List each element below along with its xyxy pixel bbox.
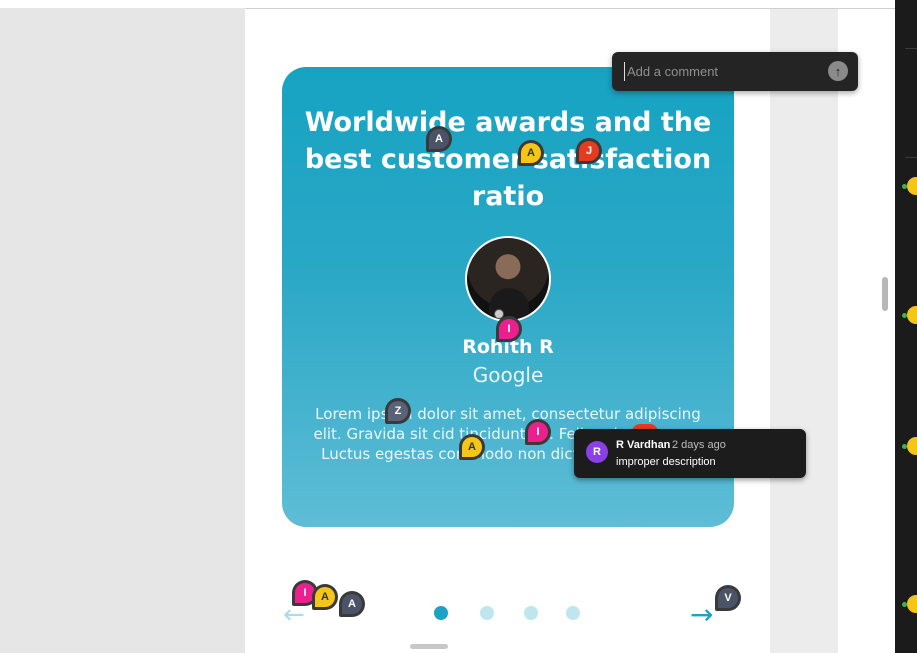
canvas-gutter bbox=[838, 9, 895, 653]
home-indicator bbox=[410, 644, 448, 649]
card-title: Worldwide awards and the best customer s… bbox=[304, 107, 712, 212]
arrow-right-icon[interactable]: → bbox=[690, 598, 713, 631]
comment-avatar[interactable] bbox=[907, 306, 917, 324]
carousel-dot[interactable] bbox=[480, 606, 494, 620]
comments-sidebar bbox=[895, 0, 917, 653]
send-comment-button[interactable]: ↑ bbox=[828, 61, 848, 81]
comment-pin[interactable]: J bbox=[576, 138, 602, 164]
sidebar-divider bbox=[905, 48, 917, 49]
comment-pin[interactable]: V bbox=[715, 585, 741, 611]
carousel-dot[interactable] bbox=[434, 606, 448, 620]
comment-pin[interactable]: A bbox=[459, 434, 485, 460]
comment-author: R Vardhan bbox=[616, 439, 671, 451]
carousel-dot[interactable] bbox=[524, 606, 538, 620]
scrollbar-thumb[interactable] bbox=[882, 277, 888, 311]
sidebar-divider bbox=[905, 157, 917, 158]
comment-pin[interactable]: I bbox=[525, 419, 551, 445]
arrow-up-icon: ↑ bbox=[834, 63, 842, 79]
comment-input[interactable] bbox=[624, 62, 814, 81]
comment-pin[interactable]: A bbox=[426, 126, 452, 152]
canvas-margin bbox=[770, 9, 838, 653]
comment-pin[interactable]: I bbox=[496, 316, 522, 342]
comment-pin[interactable]: Z bbox=[385, 398, 411, 424]
profile-photo bbox=[465, 236, 551, 322]
comment-pin[interactable]: A bbox=[518, 140, 544, 166]
top-bar bbox=[0, 0, 917, 8]
comment-avatar[interactable] bbox=[907, 595, 917, 613]
comment-composer bbox=[612, 52, 858, 91]
comment-text: improper description bbox=[616, 456, 716, 468]
canvas-background bbox=[0, 8, 245, 653]
comment-time: 2 days ago bbox=[672, 439, 726, 451]
company-name: Google bbox=[472, 363, 544, 387]
comment-pin[interactable]: A bbox=[312, 584, 338, 610]
comment-preview-popup[interactable] bbox=[574, 429, 806, 478]
comment-pin[interactable]: A bbox=[339, 591, 365, 617]
comment-avatar[interactable] bbox=[907, 177, 917, 195]
carousel-dot[interactable] bbox=[566, 606, 580, 620]
comment-avatar[interactable] bbox=[907, 437, 917, 455]
comment-author-avatar: R bbox=[586, 441, 608, 463]
